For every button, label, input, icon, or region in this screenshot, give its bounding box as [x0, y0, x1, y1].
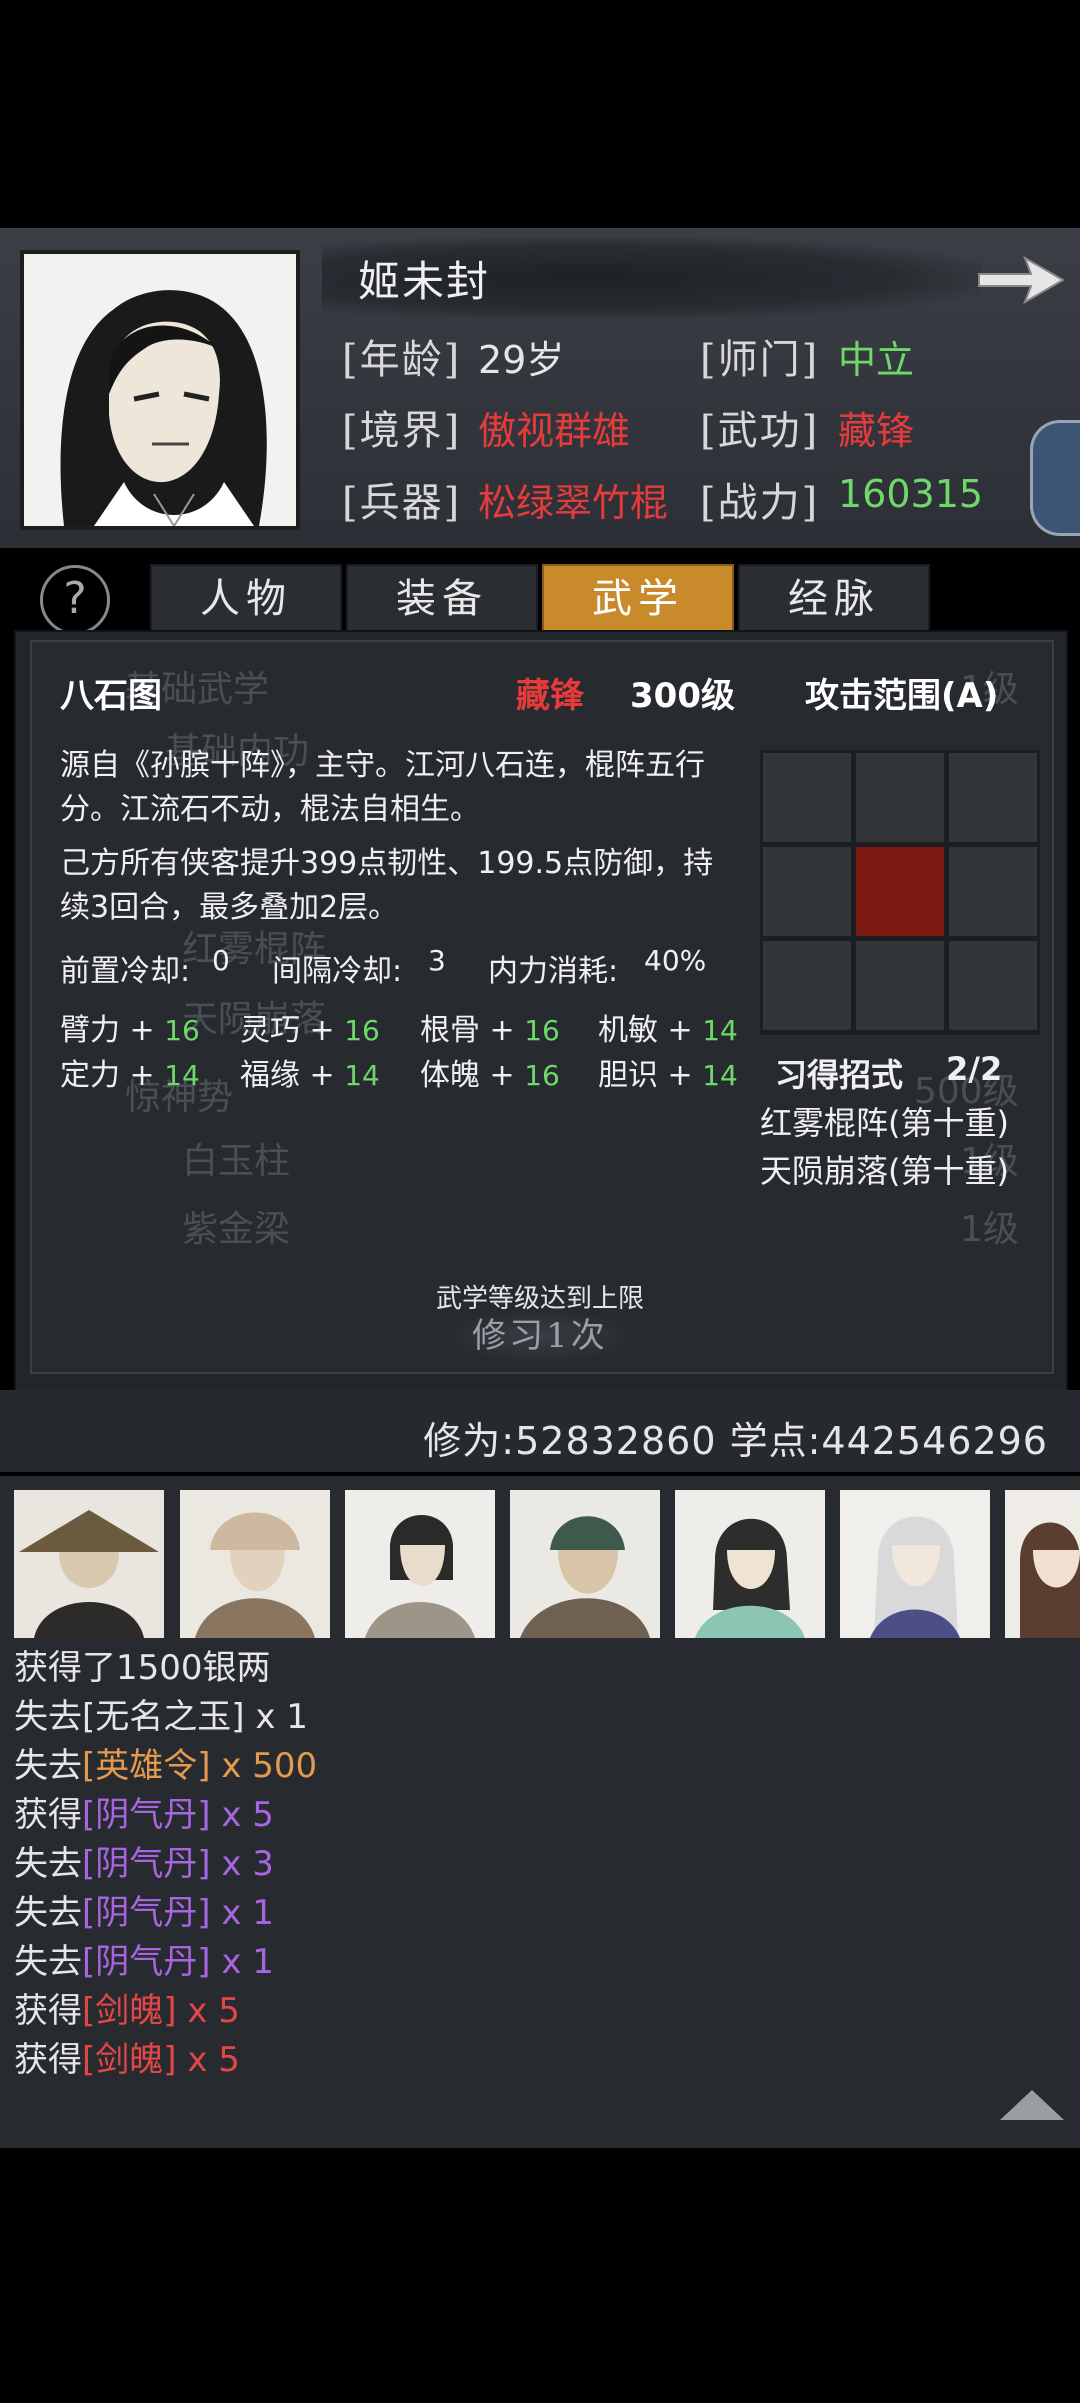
skill-attack-range: 攻击范围(A)	[805, 676, 999, 716]
learned-move: 红雾棍阵(第十重)	[760, 1104, 1009, 1142]
learned-moves-count: 2/2	[946, 1050, 1003, 1088]
mana-cost-label: 内力消耗:	[488, 954, 619, 989]
log-line: 获得[剑魄] x 5	[14, 2040, 240, 2080]
weapon-value: 松绿翠竹棍	[478, 481, 669, 525]
range-cell	[856, 941, 944, 1030]
log-line: 获得[阴气丹] x 5	[14, 1795, 274, 1835]
realm-label: [境界]	[342, 408, 462, 454]
cultivation-points: 修为:52832860 学点:442546296	[423, 1419, 1048, 1463]
companion-portrait[interactable]	[510, 1490, 660, 1638]
companion-portrait[interactable]	[14, 1490, 164, 1638]
log-line: 失去[无名之玉] x 1	[14, 1697, 308, 1737]
skill-effect: 己方所有侠客提升399点韧性、199.5点防御，持续3回合，最多叠加2层。	[60, 846, 714, 925]
companion-portrait[interactable]	[840, 1490, 990, 1638]
interval-cooldown-label: 间隔冷却:	[272, 954, 403, 989]
log-line: 失去[阴气丹] x 1	[14, 1893, 274, 1933]
companion-portrait[interactable]	[345, 1490, 495, 1638]
character-portrait	[20, 250, 300, 530]
companion-portrait[interactable]	[675, 1490, 825, 1638]
bg-list-item: 紫金梁	[182, 1209, 291, 1250]
log-line: 获得了1500银两	[14, 1648, 271, 1688]
tab-meridians[interactable]: 经脉	[738, 564, 930, 634]
log-line: 失去[阴气丹] x 3	[14, 1844, 274, 1884]
attack-range-grid	[760, 750, 1040, 1035]
power-value: 160315	[838, 472, 984, 516]
martial-label: [武功]	[700, 408, 820, 454]
range-cell	[763, 753, 851, 842]
stat-item: 根骨 + 16	[420, 1013, 560, 1048]
stat-item: 灵巧 + 16	[240, 1013, 380, 1048]
range-cell	[949, 941, 1037, 1030]
range-cell	[763, 847, 851, 936]
practice-button[interactable]: 修习1次	[440, 1308, 640, 1364]
character-name: 姬未封	[358, 257, 491, 306]
range-cell	[763, 941, 851, 1030]
companion-portrait[interactable]	[1005, 1490, 1080, 1638]
skill-description: 源自《孙膑十阵》，主守。江河八石连，棍阵五行分。江流石不动，棍法自相生。	[60, 748, 705, 827]
stat-item: 臂力 + 16	[60, 1013, 200, 1048]
mana-cost-value: 40%	[644, 944, 707, 977]
pre-cooldown-value: 0	[212, 944, 230, 977]
range-cell	[949, 847, 1037, 936]
log-line: 获得[剑魄] x 5	[14, 1991, 240, 2031]
interval-cooldown-value: 3	[428, 944, 446, 977]
tab-martial-arts[interactable]: 武学	[542, 564, 734, 634]
stat-item: 福缘 + 14	[240, 1058, 380, 1093]
companion-portrait[interactable]	[180, 1490, 330, 1638]
stat-item: 定力 + 14	[60, 1058, 200, 1093]
skill-type: 藏锋	[516, 676, 584, 716]
range-cell	[856, 753, 944, 842]
side-drawer-tab[interactable]	[1030, 420, 1080, 536]
sect-value: 中立	[838, 338, 915, 382]
log-line: 失去[英雄令] x 500	[14, 1746, 318, 1786]
realm-value: 傲视群雄	[478, 409, 631, 453]
tab-character[interactable]: 人物	[150, 564, 342, 634]
skill-name: 八石图	[60, 676, 162, 716]
bg-list-item: 白玉柱	[182, 1141, 291, 1182]
sect-label: [师门]	[700, 337, 820, 383]
help-icon[interactable]: ?	[40, 565, 110, 635]
learned-moves-label: 习得招式	[775, 1056, 904, 1094]
stat-item: 胆识 + 14	[598, 1058, 738, 1093]
stat-item: 机敏 + 14	[598, 1013, 738, 1048]
stat-item: 体魄 + 16	[420, 1058, 560, 1093]
range-cell-active	[856, 847, 944, 936]
next-character-arrow-icon[interactable]	[975, 248, 1067, 316]
log-line: 失去[阴气丹] x 1	[14, 1942, 274, 1982]
skill-level: 300级	[630, 676, 735, 716]
weapon-label: [兵器]	[342, 480, 462, 526]
power-label: [战力]	[700, 480, 820, 526]
range-cell	[949, 753, 1037, 842]
bg-list-level: 1级	[960, 1209, 1019, 1250]
age-value: 29岁	[478, 338, 565, 382]
pre-cooldown-label: 前置冷却:	[60, 954, 191, 989]
martial-value: 藏锋	[838, 409, 915, 453]
age-label: [年龄]	[342, 337, 462, 383]
learned-move: 天陨崩落(第十重)	[760, 1152, 1009, 1190]
scroll-up-triangle-icon[interactable]	[1000, 2090, 1064, 2120]
tab-equipment[interactable]: 装备	[346, 564, 538, 634]
